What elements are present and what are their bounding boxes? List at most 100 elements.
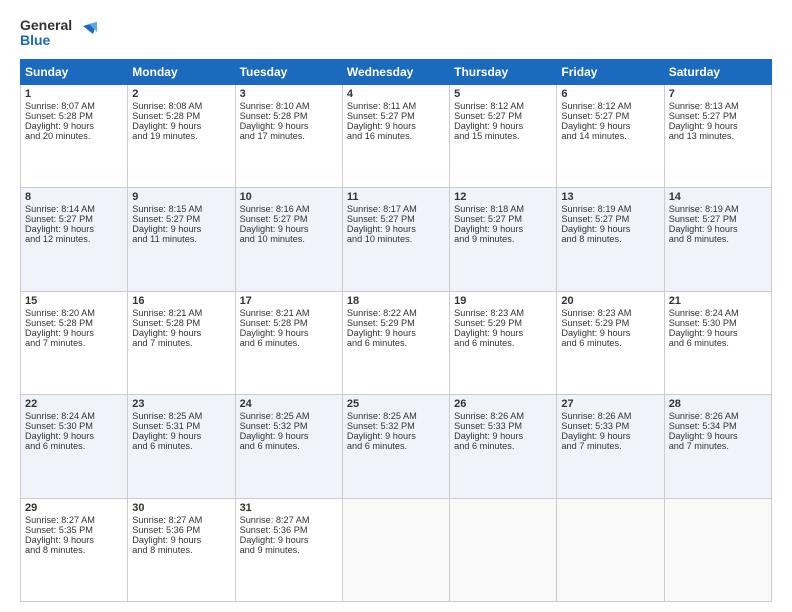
- day-info-line: and 11 minutes.: [132, 234, 230, 244]
- day-of-week-row: SundayMondayTuesdayWednesdayThursdayFrid…: [21, 59, 772, 84]
- logo-blue: Blue: [20, 33, 72, 48]
- day-info-line: Sunrise: 8:27 AM: [25, 515, 123, 525]
- page: General Blue SundayMondayTuesdayWednesda…: [0, 0, 792, 612]
- calendar-cell: 31Sunrise: 8:27 AMSunset: 5:36 PMDayligh…: [235, 498, 342, 601]
- day-info-line: Daylight: 9 hours: [347, 431, 445, 441]
- day-info-line: and 9 minutes.: [240, 545, 338, 555]
- day-info-line: Sunset: 5:28 PM: [25, 111, 123, 121]
- day-info-line: Sunset: 5:30 PM: [669, 318, 767, 328]
- day-info-line: Sunrise: 8:12 AM: [561, 101, 659, 111]
- day-number: 7: [669, 88, 767, 100]
- day-info-line: Sunset: 5:27 PM: [347, 111, 445, 121]
- day-info-line: and 9 minutes.: [454, 234, 552, 244]
- day-info-line: and 8 minutes.: [561, 234, 659, 244]
- calendar-cell: [450, 498, 557, 601]
- day-info-line: Daylight: 9 hours: [240, 121, 338, 131]
- day-info-line: Sunrise: 8:18 AM: [454, 204, 552, 214]
- day-info-line: Sunset: 5:28 PM: [240, 111, 338, 121]
- day-info-line: Sunset: 5:27 PM: [669, 111, 767, 121]
- calendar-cell: 7Sunrise: 8:13 AMSunset: 5:27 PMDaylight…: [664, 84, 771, 187]
- day-info-line: Daylight: 9 hours: [132, 328, 230, 338]
- calendar-cell: 19Sunrise: 8:23 AMSunset: 5:29 PMDayligh…: [450, 291, 557, 394]
- day-info-line: Daylight: 9 hours: [25, 224, 123, 234]
- day-number: 2: [132, 88, 230, 100]
- day-number: 18: [347, 295, 445, 307]
- day-number: 22: [25, 398, 123, 410]
- day-number: 3: [240, 88, 338, 100]
- day-info-line: Sunset: 5:28 PM: [132, 318, 230, 328]
- day-info-line: Sunrise: 8:12 AM: [454, 101, 552, 111]
- calendar-cell: 26Sunrise: 8:26 AMSunset: 5:33 PMDayligh…: [450, 395, 557, 498]
- day-info-line: Daylight: 9 hours: [454, 121, 552, 131]
- day-number: 8: [25, 191, 123, 203]
- day-number: 9: [132, 191, 230, 203]
- calendar-cell: 17Sunrise: 8:21 AMSunset: 5:28 PMDayligh…: [235, 291, 342, 394]
- calendar-week-5: 29Sunrise: 8:27 AMSunset: 5:35 PMDayligh…: [21, 498, 772, 601]
- day-info-line: Daylight: 9 hours: [561, 328, 659, 338]
- day-info-line: and 7 minutes.: [25, 338, 123, 348]
- calendar-cell: 16Sunrise: 8:21 AMSunset: 5:28 PMDayligh…: [128, 291, 235, 394]
- day-info-line: and 8 minutes.: [25, 545, 123, 555]
- calendar-cell: 11Sunrise: 8:17 AMSunset: 5:27 PMDayligh…: [342, 188, 449, 291]
- logo-general: General: [20, 18, 72, 33]
- day-info-line: Daylight: 9 hours: [561, 121, 659, 131]
- day-info-line: Sunset: 5:27 PM: [25, 214, 123, 224]
- day-info-line: Sunrise: 8:23 AM: [561, 308, 659, 318]
- day-info-line: and 16 minutes.: [347, 131, 445, 141]
- calendar-cell: 14Sunrise: 8:19 AMSunset: 5:27 PMDayligh…: [664, 188, 771, 291]
- calendar-cell: 6Sunrise: 8:12 AMSunset: 5:27 PMDaylight…: [557, 84, 664, 187]
- dow-header-saturday: Saturday: [664, 59, 771, 84]
- dow-header-friday: Friday: [557, 59, 664, 84]
- calendar-cell: 12Sunrise: 8:18 AMSunset: 5:27 PMDayligh…: [450, 188, 557, 291]
- day-info-line: and 6 minutes.: [132, 441, 230, 451]
- calendar-cell: 8Sunrise: 8:14 AMSunset: 5:27 PMDaylight…: [21, 188, 128, 291]
- calendar-cell: 21Sunrise: 8:24 AMSunset: 5:30 PMDayligh…: [664, 291, 771, 394]
- day-number: 30: [132, 502, 230, 514]
- day-info-line: and 6 minutes.: [454, 441, 552, 451]
- day-number: 11: [347, 191, 445, 203]
- day-number: 16: [132, 295, 230, 307]
- day-number: 14: [669, 191, 767, 203]
- day-info-line: Sunrise: 8:08 AM: [132, 101, 230, 111]
- day-info-line: and 8 minutes.: [132, 545, 230, 555]
- day-info-line: Daylight: 9 hours: [25, 121, 123, 131]
- dow-header-wednesday: Wednesday: [342, 59, 449, 84]
- day-info-line: Daylight: 9 hours: [25, 535, 123, 545]
- day-info-line: Sunset: 5:31 PM: [132, 421, 230, 431]
- day-info-line: Daylight: 9 hours: [240, 328, 338, 338]
- day-info-line: Sunset: 5:27 PM: [561, 111, 659, 121]
- day-info-line: Sunrise: 8:24 AM: [669, 308, 767, 318]
- day-info-line: Sunrise: 8:24 AM: [25, 411, 123, 421]
- calendar-week-3: 15Sunrise: 8:20 AMSunset: 5:28 PMDayligh…: [21, 291, 772, 394]
- day-info-line: Sunset: 5:29 PM: [561, 318, 659, 328]
- day-info-line: Daylight: 9 hours: [669, 328, 767, 338]
- dow-header-monday: Monday: [128, 59, 235, 84]
- day-info-line: and 6 minutes.: [454, 338, 552, 348]
- calendar-cell: 13Sunrise: 8:19 AMSunset: 5:27 PMDayligh…: [557, 188, 664, 291]
- day-info-line: Daylight: 9 hours: [347, 328, 445, 338]
- day-info-line: Daylight: 9 hours: [25, 328, 123, 338]
- day-info-line: and 6 minutes.: [669, 338, 767, 348]
- day-info-line: Sunrise: 8:27 AM: [132, 515, 230, 525]
- day-info-line: Sunset: 5:29 PM: [454, 318, 552, 328]
- day-number: 6: [561, 88, 659, 100]
- day-number: 17: [240, 295, 338, 307]
- day-info-line: Sunrise: 8:23 AM: [454, 308, 552, 318]
- logo-bird-icon: [75, 22, 97, 44]
- day-info-line: Sunset: 5:27 PM: [561, 214, 659, 224]
- day-info-line: Sunrise: 8:20 AM: [25, 308, 123, 318]
- day-info-line: Sunrise: 8:21 AM: [240, 308, 338, 318]
- calendar-cell: [342, 498, 449, 601]
- day-number: 26: [454, 398, 552, 410]
- day-info-line: and 6 minutes.: [347, 441, 445, 451]
- day-info-line: Sunset: 5:30 PM: [25, 421, 123, 431]
- day-info-line: Sunset: 5:32 PM: [347, 421, 445, 431]
- day-info-line: and 17 minutes.: [240, 131, 338, 141]
- calendar-cell: 2Sunrise: 8:08 AMSunset: 5:28 PMDaylight…: [128, 84, 235, 187]
- day-info-line: Daylight: 9 hours: [132, 121, 230, 131]
- day-number: 28: [669, 398, 767, 410]
- calendar-cell: 29Sunrise: 8:27 AMSunset: 5:35 PMDayligh…: [21, 498, 128, 601]
- day-info-line: Sunrise: 8:14 AM: [25, 204, 123, 214]
- calendar-cell: 20Sunrise: 8:23 AMSunset: 5:29 PMDayligh…: [557, 291, 664, 394]
- calendar-cell: 25Sunrise: 8:25 AMSunset: 5:32 PMDayligh…: [342, 395, 449, 498]
